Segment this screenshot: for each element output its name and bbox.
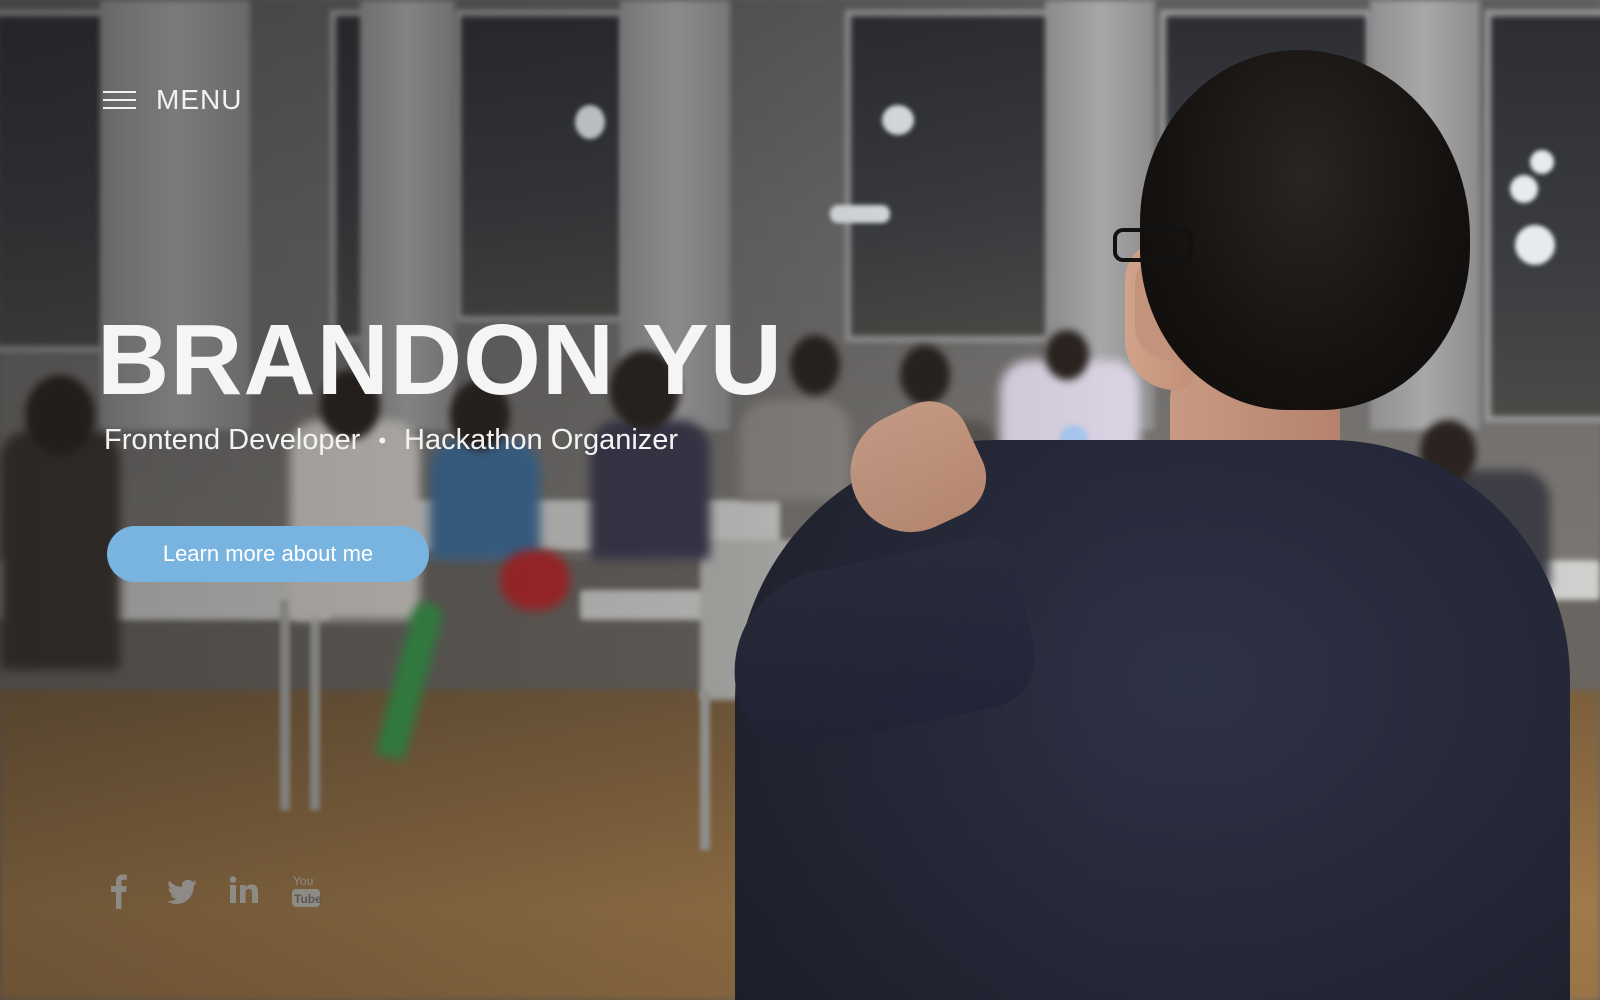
facebook-icon bbox=[111, 874, 127, 909]
youtube-icon: You Tube bbox=[292, 874, 322, 907]
linkedin-icon bbox=[229, 876, 258, 903]
role-hackathon-organizer: Hackathon Organizer bbox=[404, 424, 679, 456]
twitter-link[interactable] bbox=[165, 873, 199, 909]
hamburger-icon[interactable] bbox=[103, 89, 136, 111]
twitter-icon bbox=[167, 879, 197, 904]
menu-toggle[interactable]: MENU bbox=[103, 84, 242, 116]
learn-more-button[interactable]: Learn more about me bbox=[107, 526, 429, 582]
role-frontend-developer: Frontend Developer bbox=[104, 424, 361, 456]
youtube-link[interactable]: You Tube bbox=[289, 873, 323, 909]
role-separator: • bbox=[378, 427, 387, 453]
hero-section: MENU BRANDON YU Frontend Developer • Hac… bbox=[0, 0, 1600, 1000]
social-links: You Tube bbox=[103, 873, 323, 909]
page-title: BRANDON YU bbox=[97, 304, 783, 416]
youtube-logo-tube: Tube bbox=[294, 892, 322, 906]
menu-label[interactable]: MENU bbox=[156, 84, 242, 116]
facebook-link[interactable] bbox=[103, 873, 137, 909]
linkedin-link[interactable] bbox=[227, 873, 261, 909]
background-overlay bbox=[0, 0, 1600, 1000]
subtitle: Frontend Developer • Hackathon Organizer bbox=[104, 424, 678, 457]
youtube-logo-you: You bbox=[293, 874, 313, 888]
